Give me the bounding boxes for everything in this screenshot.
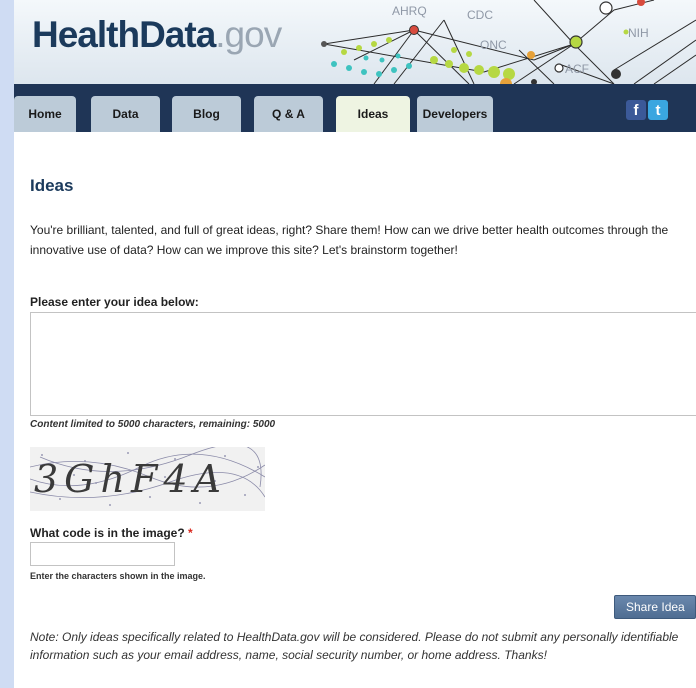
captcha-code-text: 3GhF4A xyxy=(34,457,227,501)
character-limit-note: Content limited to 5000 characters, rema… xyxy=(30,419,276,430)
agency-label-ahrq: AHRQ xyxy=(392,4,427,18)
share-idea-button[interactable]: Share Idea xyxy=(614,595,696,619)
captcha-input[interactable] xyxy=(30,542,175,566)
twitter-icon[interactable]: t xyxy=(648,100,668,120)
tab-blog[interactable]: Blog xyxy=(172,96,241,132)
disclaimer-note: Note: Only ideas specifically related to… xyxy=(30,630,679,662)
tab-ideas[interactable]: Ideas xyxy=(336,96,410,132)
captcha-image: 3GhF4A xyxy=(30,447,265,511)
page-frame: HealthData.gov AHRQ CDC ONC NIH ACF Home… xyxy=(14,0,696,688)
captcha-field-label: What code is in the image? * xyxy=(30,526,193,540)
main-nav: Home Data Blog Q & A Ideas Developers xyxy=(14,84,696,132)
captcha-help-text: Enter the characters shown in the image. xyxy=(30,571,206,581)
agency-label-acf: ACF xyxy=(565,62,589,76)
tab-home[interactable]: Home xyxy=(14,96,76,132)
required-mark: * xyxy=(188,526,193,540)
logo-tld-text: .gov xyxy=(215,14,282,55)
intro-text: You're brilliant, talented, and full of … xyxy=(30,223,669,257)
logo-main-text: HealthData xyxy=(32,14,216,55)
agency-label-nih: NIH xyxy=(628,26,649,40)
tab-q-and-a[interactable]: Q & A xyxy=(254,96,323,132)
agency-label-onc: ONC xyxy=(480,38,507,52)
agency-label-cdc: CDC xyxy=(467,8,493,22)
idea-field-label: Please enter your idea below: xyxy=(30,295,199,309)
page-title: Ideas xyxy=(30,176,74,195)
facebook-icon[interactable]: f xyxy=(626,100,646,120)
header-banner: HealthData.gov AHRQ CDC ONC NIH ACF xyxy=(14,0,696,84)
idea-textarea[interactable] xyxy=(30,312,696,416)
site-logo[interactable]: HealthData.gov xyxy=(32,14,282,56)
social-links: f t xyxy=(626,100,668,120)
captcha-label-text: What code is in the image? xyxy=(30,526,185,540)
tab-developers[interactable]: Developers xyxy=(417,96,493,132)
tab-data[interactable]: Data xyxy=(91,96,160,132)
